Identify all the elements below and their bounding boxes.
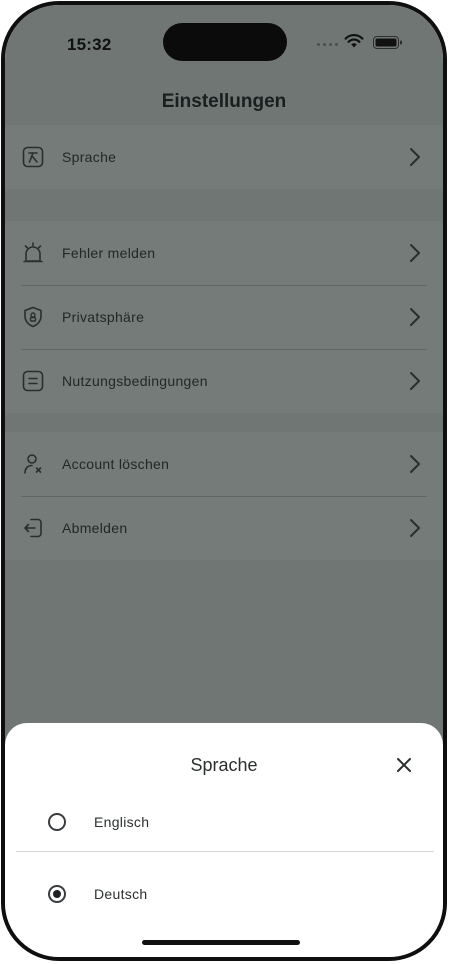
sheet-title: Sprache: [190, 755, 258, 775]
delete-user-icon: [24, 454, 42, 474]
language-option-label: Englisch: [94, 814, 150, 830]
settings-item-label: Abmelden: [62, 520, 128, 536]
language-option-english[interactable]: Englisch: [5, 787, 443, 857]
cellular-signal-icon: [317, 43, 338, 46]
wifi-icon: [344, 34, 364, 48]
settings-group-account: Account löschen Abmelden: [5, 432, 443, 560]
language-option-german[interactable]: Deutsch: [5, 859, 443, 929]
settings-screen: 15:32 Einstellungen Sprache Fehler melde…: [5, 5, 443, 957]
radio-button-selected[interactable]: [48, 885, 66, 903]
status-time: 15:32: [67, 35, 112, 54]
chevron-right-icon: [410, 455, 420, 473]
language-option-label: Deutsch: [94, 886, 148, 902]
settings-item-report-bug[interactable]: Fehler melden: [5, 221, 443, 285]
settings-item-label: Fehler melden: [62, 245, 156, 261]
close-icon[interactable]: [395, 756, 413, 774]
settings-item-label: Account löschen: [62, 456, 170, 472]
settings-item-terms[interactable]: Nutzungsbedingungen: [5, 349, 443, 413]
home-indicator[interactable]: [142, 940, 300, 945]
settings-item-label: Sprache: [62, 149, 117, 165]
translate-icon: [22, 146, 44, 168]
settings-item-label: Privatsphäre: [62, 309, 145, 325]
alarm-light-icon: [23, 242, 43, 263]
chevron-right-icon: [410, 519, 420, 537]
battery-icon: [373, 36, 402, 49]
dynamic-island: [163, 23, 287, 61]
language-bottom-sheet: Sprache Englisch Deutsch: [5, 723, 443, 957]
privacy-shield-icon: [24, 306, 42, 328]
settings-group-support: Fehler melden Privatsphäre Nutzungsbedin…: [5, 221, 443, 413]
settings-item-label: Nutzungsbedingungen: [62, 373, 208, 389]
settings-item-language[interactable]: Sprache: [5, 125, 443, 189]
settings-item-privacy[interactable]: Privatsphäre: [5, 285, 443, 349]
settings-item-logout[interactable]: Abmelden: [5, 496, 443, 560]
logout-icon: [24, 518, 42, 538]
status-bar: 15:32: [5, 5, 443, 75]
chevron-right-icon: [410, 372, 420, 390]
chevron-right-icon: [410, 148, 420, 166]
radio-button-unselected[interactable]: [48, 813, 66, 831]
sheet-divider: [16, 851, 434, 852]
settings-item-delete-account[interactable]: Account löschen: [5, 432, 443, 496]
phone-frame: 15:32 Einstellungen Sprache Fehler melde…: [1, 1, 447, 961]
chevron-right-icon: [410, 244, 420, 262]
page-title: Einstellungen: [161, 91, 287, 112]
settings-group-language: Sprache: [5, 125, 443, 189]
chevron-right-icon: [410, 308, 420, 326]
terms-document-icon: [22, 370, 44, 392]
